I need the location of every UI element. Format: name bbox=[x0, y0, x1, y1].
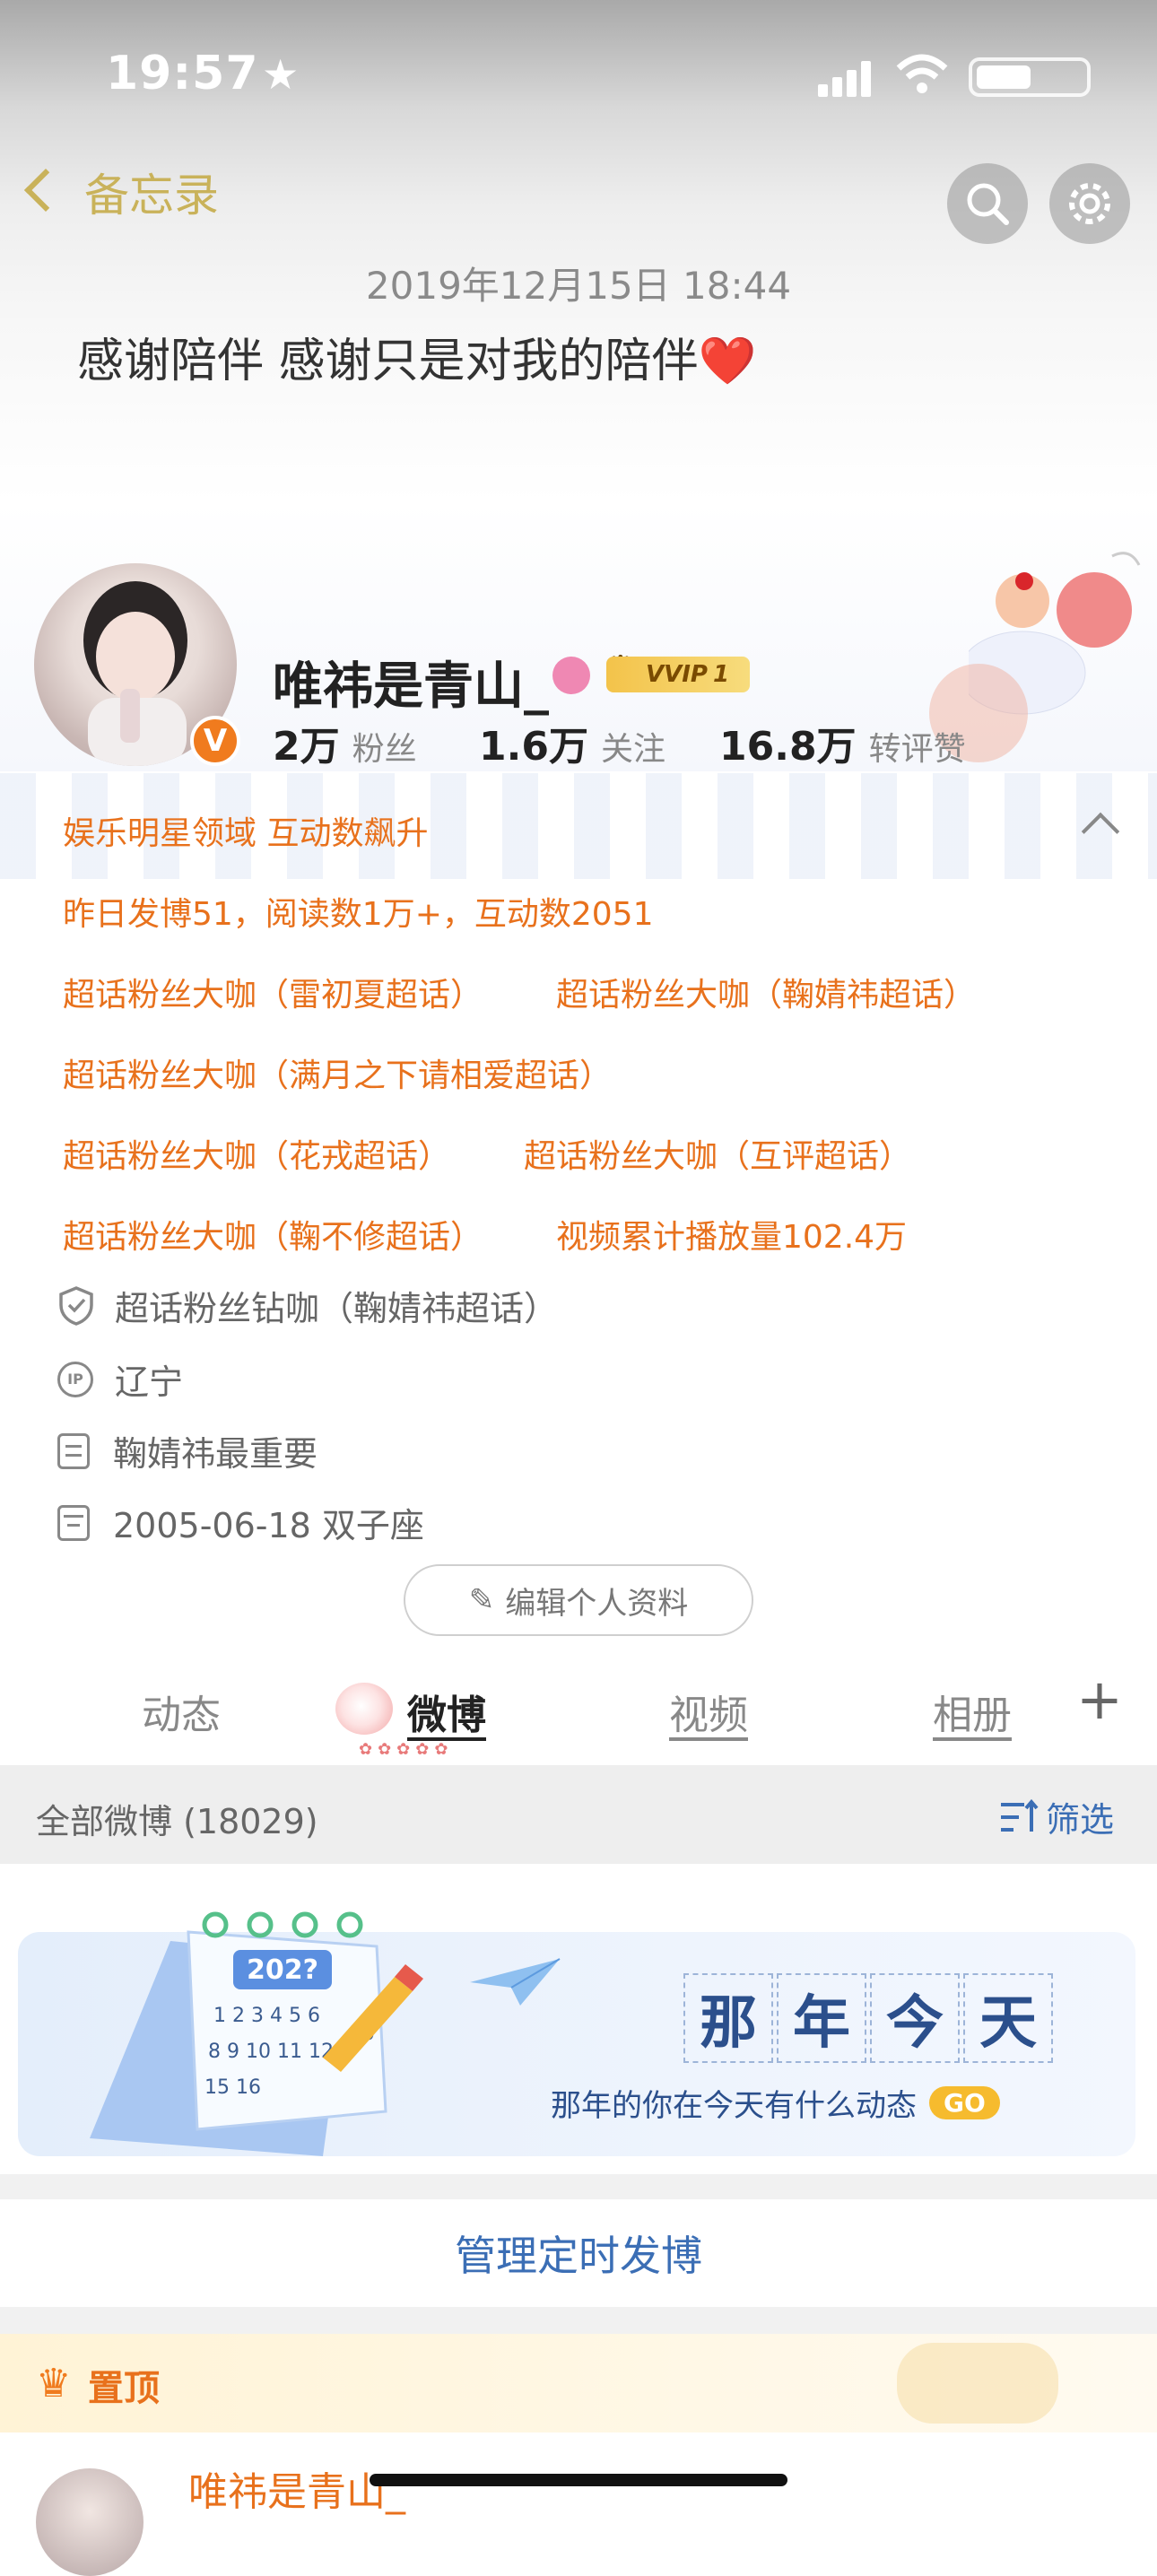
all-posts-label: 全部微博 (18029) bbox=[36, 1802, 318, 1841]
honor-item: 超话粉丝大咖（满月之下请相爱超话） bbox=[63, 1057, 613, 1094]
stat-value: 1.6万 bbox=[479, 724, 588, 770]
vvip-level: 1 bbox=[712, 661, 730, 688]
calendar-numbers: 15 16 bbox=[204, 2076, 261, 2099]
banner-subtitle-text: 那年的你在今天有什么动态 bbox=[551, 2088, 917, 2124]
info-row: 鞠婧祎最重要 bbox=[57, 1426, 318, 1475]
super-topic-icon bbox=[552, 657, 590, 694]
chevron-left-icon bbox=[23, 168, 68, 213]
info-row: 超话粉丝钻咖（鞠婧祎超话） bbox=[57, 1281, 558, 1330]
cellular-signal-icon bbox=[818, 59, 872, 97]
search-icon bbox=[967, 183, 1009, 225]
calendar-illustration: 202? 1 2 3 4 5 6 8 9 10 11 12 15 16 20 bbox=[90, 1911, 423, 2156]
honor-item: 超话粉丝大咖（鞠不修超话） bbox=[63, 1219, 483, 1256]
manage-label: 管理定时发博 bbox=[455, 2232, 702, 2280]
pencil-icon: ✎ bbox=[468, 1582, 495, 1618]
post-row[interactable]: 唯祎是青山_ bbox=[0, 2432, 1157, 2576]
tab-videos[interactable]: 视频 bbox=[669, 1683, 748, 1740]
manage-scheduled-posts-button[interactable]: 管理定时发博 bbox=[0, 2199, 1157, 2307]
search-button[interactable] bbox=[947, 163, 1028, 244]
edit-profile-label: 编辑个人资料 bbox=[505, 1585, 689, 1622]
document-icon bbox=[57, 1432, 90, 1469]
stat-value: 16.8万 bbox=[719, 724, 857, 770]
memory-banner[interactable]: 202? 1 2 3 4 5 6 8 9 10 11 12 15 16 20 那… bbox=[18, 1911, 1135, 2156]
banner-title-char: 年 bbox=[777, 1973, 866, 2063]
calendar-icon bbox=[57, 1504, 90, 1541]
domain-line: 娱乐明星领域 互动数飙升 bbox=[63, 815, 429, 852]
shield-icon bbox=[59, 1285, 93, 1326]
back-label: 备忘录 bbox=[84, 170, 219, 222]
calendar-numbers: 8 9 10 11 12 bbox=[208, 2041, 334, 2063]
banner-title-char: 那 bbox=[683, 1973, 773, 2063]
section-divider bbox=[0, 2174, 1157, 2199]
pinned-decoration bbox=[897, 2343, 1058, 2424]
vvip-badge[interactable]: VVIP 1 bbox=[606, 657, 750, 692]
stat-label: 转评赞 bbox=[868, 731, 966, 768]
info-text: 辽宁 bbox=[115, 1362, 184, 1402]
vvip-label: VVIP bbox=[646, 661, 708, 688]
info-text: 鞠婧祎最重要 bbox=[113, 1434, 318, 1474]
filter-label: 筛选 bbox=[1046, 1800, 1115, 1840]
ip-icon: IP bbox=[57, 1361, 93, 1397]
honor-item: 超话粉丝大咖（花戎超话） bbox=[63, 1138, 451, 1175]
stat-value: 2万 bbox=[273, 724, 340, 770]
banner-title-char: 天 bbox=[963, 1973, 1053, 2063]
filter-icon bbox=[1001, 1798, 1039, 1832]
star-icon: ★ bbox=[262, 50, 300, 99]
honor-item: 视频累计播放量102.4万 bbox=[556, 1219, 908, 1256]
battery-icon bbox=[969, 57, 1091, 97]
stat-following[interactable]: 1.6万 关注 bbox=[479, 714, 665, 771]
tab-albums[interactable]: 相册 bbox=[933, 1683, 1012, 1740]
honor-item: 超话粉丝大咖（雷初夏超话） bbox=[63, 977, 483, 1014]
tab-active-indicator: ✿✿✿✿✿ bbox=[359, 1740, 454, 1759]
banner-subtitle: 那年的你在今天有什么动态 GO bbox=[551, 2081, 1000, 2125]
stat-fans[interactable]: 2万 粉丝 bbox=[273, 714, 417, 771]
honor-item: 超话粉丝大咖（互评超话） bbox=[524, 1138, 912, 1175]
memo-text: 感谢陪伴 感谢只是对我的陪伴❤️ bbox=[77, 323, 756, 390]
info-text: 2005-06-18 双子座 bbox=[113, 1506, 424, 1545]
back-button[interactable]: 备忘录 bbox=[23, 160, 219, 224]
stat-label: 粉丝 bbox=[352, 731, 417, 768]
banner-title: 那 年 今 天 bbox=[683, 1973, 1053, 2063]
peach-icon bbox=[335, 1683, 393, 1735]
honor-item: 超话粉丝大咖（鞠婧祎超话） bbox=[556, 977, 977, 1014]
post-author-name: 唯祎是青山_ bbox=[188, 2469, 405, 2515]
crown-icon: ♛ bbox=[36, 2361, 72, 2406]
verified-badge-icon: V bbox=[190, 716, 240, 766]
settings-button[interactable] bbox=[1049, 163, 1130, 244]
filter-button[interactable]: 筛选 bbox=[999, 1792, 1114, 1841]
info-row: IP 辽宁 bbox=[57, 1354, 183, 1404]
status-time: 19:57 bbox=[106, 47, 259, 100]
summary-line: 昨日发博51，阅读数1万+，互动数2051 bbox=[63, 896, 654, 933]
edit-profile-button[interactable]: ✎ 编辑个人资料 bbox=[404, 1564, 753, 1636]
memo-text-content: 感谢陪伴 感谢只是对我的陪伴 bbox=[77, 335, 699, 388]
pinned-label: 置顶 bbox=[88, 2368, 160, 2409]
stat-likes[interactable]: 16.8万 转评赞 bbox=[719, 714, 966, 771]
profile-name: 唯祎是青山_ bbox=[273, 657, 549, 716]
calendar-year: 202? bbox=[247, 1954, 318, 1986]
stat-label: 关注 bbox=[600, 731, 665, 768]
calendar-numbers: 1 2 3 4 5 6 bbox=[213, 2005, 320, 2027]
tab-feed[interactable]: 动态 bbox=[142, 1683, 221, 1740]
home-indicator bbox=[370, 2474, 787, 2486]
memo-date: 2019年12月15日 18:44 bbox=[365, 264, 792, 308]
banner-title-char: 今 bbox=[870, 1973, 960, 2063]
gear-icon bbox=[1069, 183, 1110, 224]
heart-emoji: ❤️ bbox=[698, 335, 757, 388]
info-row: 2005-06-18 双子座 bbox=[57, 1498, 424, 1547]
go-button[interactable]: GO bbox=[929, 2086, 1000, 2119]
add-tab-button[interactable]: + bbox=[1076, 1667, 1123, 1732]
post-avatar bbox=[36, 2468, 144, 2576]
wifi-icon bbox=[895, 52, 949, 97]
paper-plane-icon bbox=[470, 1958, 561, 2006]
tab-weibo[interactable]: 微博 bbox=[407, 1683, 486, 1740]
info-text: 超话粉丝钻咖（鞠婧祎超话） bbox=[115, 1289, 559, 1328]
section-divider bbox=[0, 2307, 1157, 2334]
pinned-header: ♛ 置顶 bbox=[0, 2334, 1157, 2432]
